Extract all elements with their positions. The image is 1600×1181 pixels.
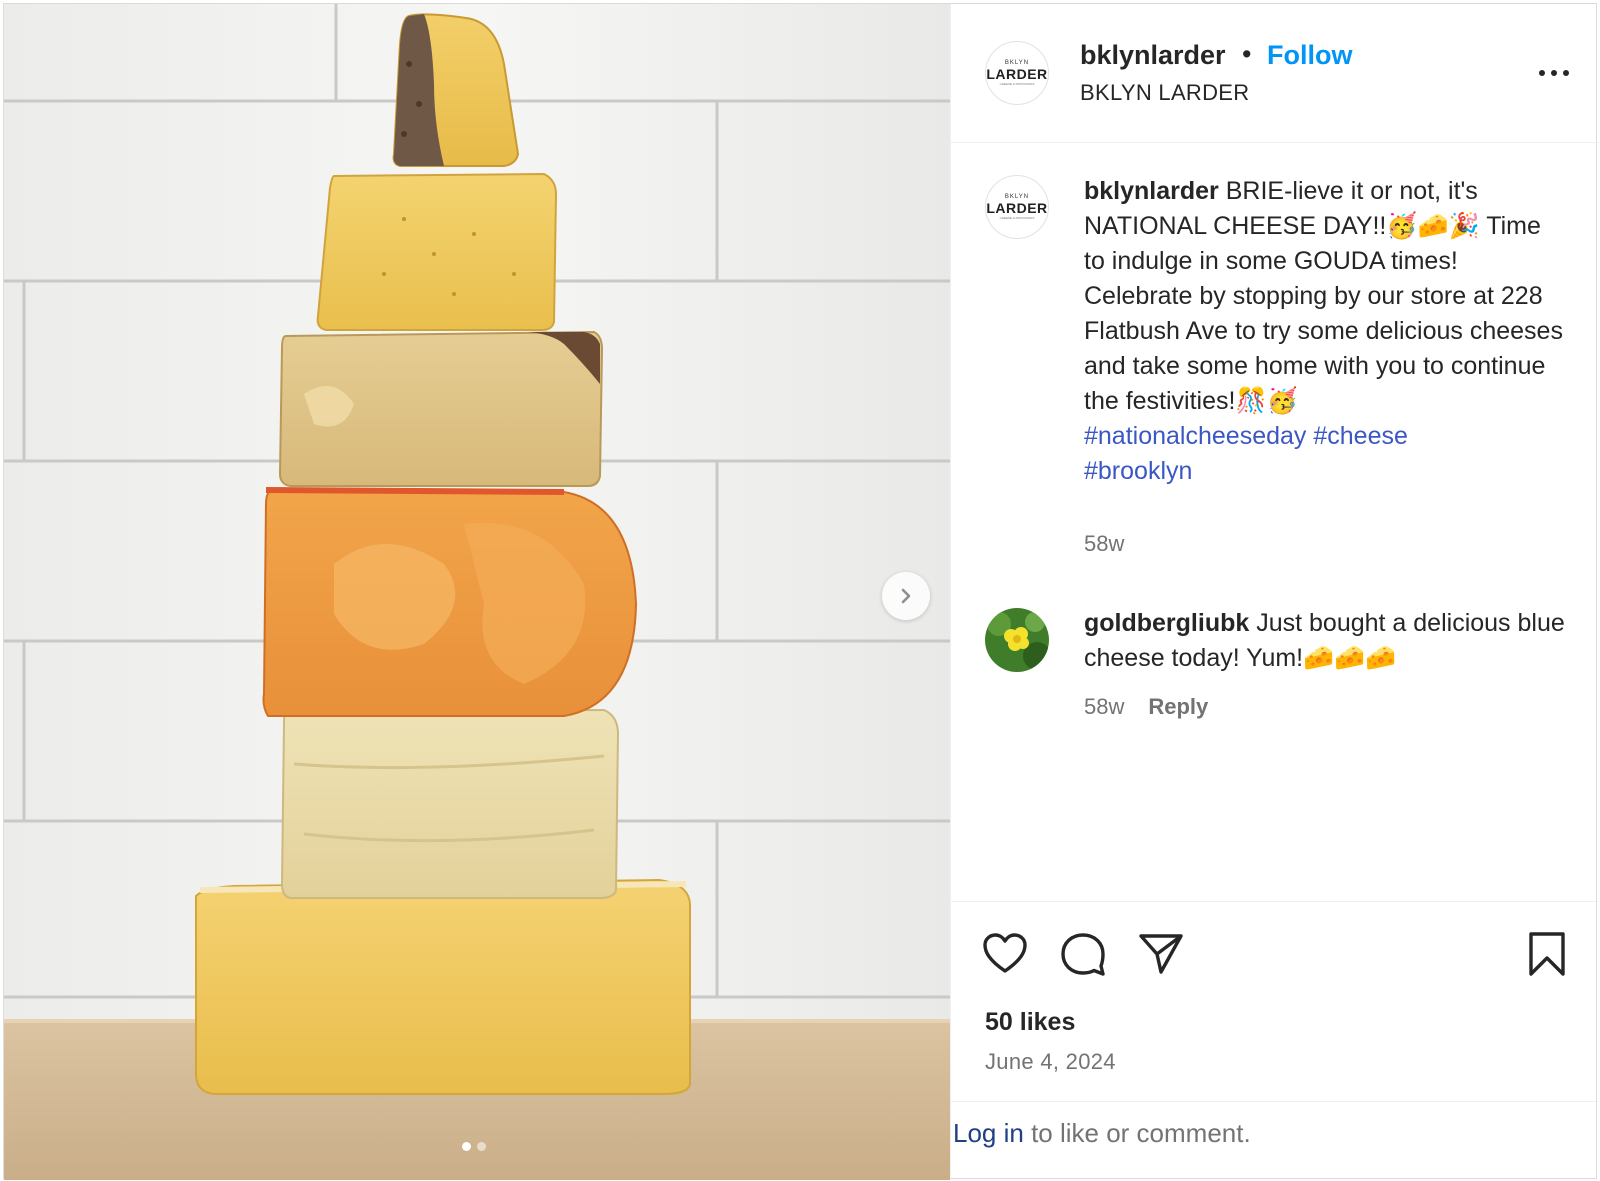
login-prompt: Log in to like or comment. [951, 1101, 1599, 1180]
heart-icon[interactable] [981, 930, 1029, 978]
carousel-indicator [462, 1142, 486, 1151]
avatar-logo-text: LARDER [986, 66, 1048, 82]
login-prompt-text: Log in to like or comment. [953, 1118, 1251, 1149]
bookmark-icon[interactable] [1523, 930, 1571, 978]
caption-username[interactable]: bklynlarder [1084, 177, 1219, 205]
comment-timestamp[interactable]: 58w [1084, 694, 1124, 720]
carousel-dot [462, 1142, 471, 1151]
author-username[interactable]: bklynlarder [1080, 40, 1226, 71]
post-media[interactable] [4, 4, 950, 1180]
likes-count[interactable]: 50 likes [985, 1008, 1075, 1037]
share-icon[interactable] [1137, 930, 1185, 978]
more-horizontal-icon[interactable] [1534, 58, 1574, 88]
login-link[interactable]: Log in [953, 1118, 1024, 1148]
author-avatar[interactable]: BKLYN LARDER CHEESE & PROVISIONS [985, 41, 1049, 105]
caption-text: bklynlarder BRIE-lieve it or not, it's N… [1084, 174, 1564, 489]
flower-avatar-image [985, 608, 1049, 672]
reply-button[interactable]: Reply [1148, 694, 1208, 720]
commenter-username[interactable]: goldbergliubk [1084, 609, 1249, 637]
hashtag-link[interactable]: #cheese [1313, 422, 1408, 450]
post-actions: 50 likes June 4, 2024 [951, 901, 1599, 1101]
post-header: BKLYN LARDER CHEESE & PROVISIONS bklynla… [951, 4, 1599, 143]
comment-text: goldbergliubk Just bought a delicious bl… [1084, 606, 1574, 676]
caption-avatar[interactable]: BKLYN LARDER CHEESE & PROVISIONS [985, 175, 1049, 239]
cheese-stack-photo [4, 4, 950, 1180]
carousel-dot [477, 1142, 486, 1151]
hashtag-link[interactable]: #nationalcheeseday [1084, 422, 1306, 450]
separator-dot: • [1242, 39, 1252, 69]
caption-body: BRIE-lieve it or not, it's NATIONAL CHEE… [1084, 177, 1563, 415]
avatar-logo-text: CHEESE & PROVISIONS [999, 82, 1035, 86]
post-sidebar: BKLYN LARDER CHEESE & PROVISIONS bklynla… [950, 4, 1599, 1180]
comment-icon[interactable] [1059, 930, 1107, 978]
avatar-logo-text: CHEESE & PROVISIONS [999, 216, 1035, 220]
post-date[interactable]: June 4, 2024 [985, 1049, 1116, 1075]
commenter-avatar[interactable] [985, 608, 1049, 672]
login-prompt-rest: to like or comment. [1023, 1118, 1251, 1148]
chevron-right-icon [901, 588, 911, 604]
comment-meta: 58w Reply [1084, 694, 1208, 720]
instagram-post: BKLYN LARDER CHEESE & PROVISIONS bklynla… [3, 3, 1599, 1180]
author-display-name: BKLYN LARDER [1080, 80, 1250, 105]
carousel-next-button[interactable] [882, 572, 930, 620]
avatar-logo-text: LARDER [986, 200, 1048, 216]
caption-timestamp[interactable]: 58w [1084, 531, 1124, 557]
hashtag-link[interactable]: #brooklyn [1084, 457, 1192, 485]
follow-button[interactable]: Follow [1267, 40, 1352, 71]
